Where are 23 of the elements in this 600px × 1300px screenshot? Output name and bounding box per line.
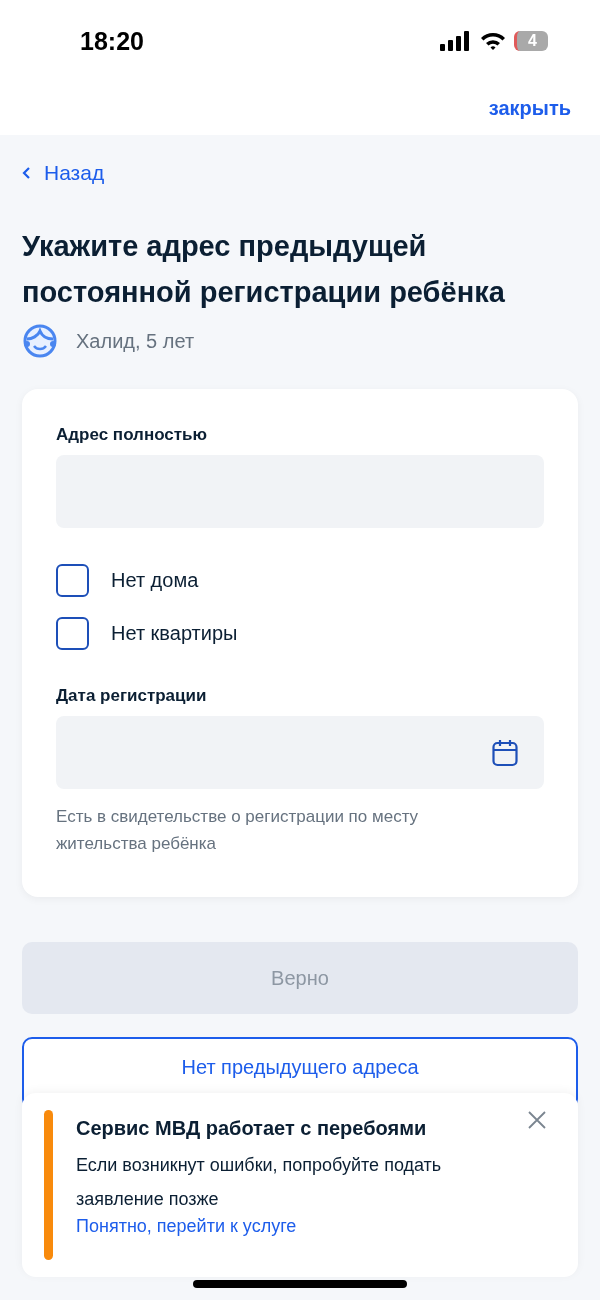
child-name: Халид, 5 лет — [76, 329, 195, 353]
signal-icon — [440, 31, 472, 51]
page-title: Укажите адрес предыдущей постоянной регистрации ребёнка — [22, 229, 506, 310]
checkbox-label: Нет дома — [111, 569, 199, 592]
close-icon[interactable] — [528, 1111, 546, 1129]
continue-link[interactable]: Понятно, перейти к услуге — [76, 1216, 297, 1237]
field-label: Дата регистрации — [56, 686, 208, 706]
child-avatar-icon — [22, 323, 58, 359]
field-label: Адрес полностью — [56, 425, 209, 445]
battery-indicator: 4 — [514, 31, 548, 51]
checkbox[interactable] — [56, 617, 89, 650]
field-hint: Есть в свидетельстве о регистрации по месту жительства ребёнка — [56, 806, 420, 855]
back-link[interactable]: Назад — [22, 157, 105, 189]
clock-time: 18:20 — [80, 26, 145, 56]
calendar-icon — [492, 738, 518, 767]
checkbox[interactable] — [56, 564, 89, 597]
date-field[interactable] — [56, 716, 544, 789]
wifi-icon — [480, 31, 506, 51]
close-link[interactable]: закрыть — [488, 97, 571, 120]
alert-title: Сервис МВД работает с перебоями — [76, 1117, 427, 1140]
alert-message: Если возникнут ошибки, попробуйте подать заявление позже — [76, 1154, 443, 1211]
checkbox-label: Нет квартиры — [111, 622, 238, 645]
chevron-left-icon — [22, 166, 32, 180]
